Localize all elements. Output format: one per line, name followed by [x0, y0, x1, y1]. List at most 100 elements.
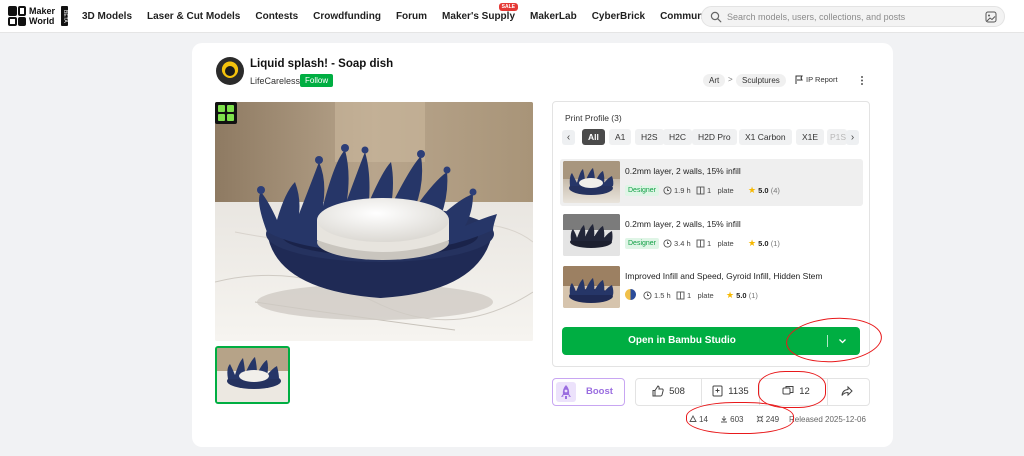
plate-icon	[676, 291, 685, 300]
top-navigation-bar: Maker World BETA 3D Models Laser & Cut M…	[0, 0, 1024, 33]
filament-color-icon	[625, 289, 636, 300]
filter-h2s[interactable]: H2S	[635, 129, 664, 145]
boost-label: Boost	[586, 386, 613, 397]
nav-crowdfunding[interactable]: Crowdfunding	[313, 11, 381, 22]
follow-button[interactable]: Follow	[300, 74, 334, 87]
soap-dish-render	[215, 102, 533, 341]
filter-a1[interactable]: A1	[609, 129, 632, 145]
open-in-bambu-studio-button[interactable]: Open in Bambu Studio	[562, 327, 860, 355]
profile-row[interactable]: 0.2mm layer, 2 walls, 15% infill Designe…	[560, 159, 863, 206]
bambu-verified-badge-icon	[215, 102, 237, 124]
filter-h2c[interactable]: H2C	[663, 129, 693, 145]
filter-x1e[interactable]: X1E	[796, 129, 825, 145]
ip-report-icon[interactable]	[795, 75, 804, 85]
model-stats: 14 603 249	[689, 415, 789, 424]
makerworld-logo-mark	[8, 6, 26, 26]
filter-h2d-pro[interactable]: H2D Pro	[692, 129, 737, 145]
chevron-down-icon[interactable]	[838, 337, 847, 345]
plate-icon	[696, 186, 705, 195]
profile-thumbnail	[563, 266, 620, 308]
nav-makers-supply[interactable]: Maker's Supply SALE	[442, 3, 519, 22]
clock-icon	[663, 239, 672, 248]
bookmark-icon	[712, 385, 723, 397]
profile-rating: ★ 5.0 (4)	[748, 185, 780, 196]
author-name[interactable]: LifeCareless	[250, 76, 300, 86]
nav-cyberbrick[interactable]: CyberBrick	[592, 11, 645, 22]
designer-badge: Designer	[625, 238, 660, 249]
breadcrumb-separator: >	[728, 75, 733, 84]
image-thumbnail[interactable]	[215, 346, 290, 404]
profile-row[interactable]: 0.2mm layer, 2 walls, 15% infill Designe…	[560, 212, 863, 259]
filter-all[interactable]: All	[582, 129, 605, 145]
logo-text-line2: World	[29, 16, 55, 26]
thumbs-up-icon	[652, 385, 664, 397]
downloads-stat: 603	[720, 415, 748, 424]
print-time-value: 1.5 h	[654, 291, 671, 300]
nav-laser-cut-models[interactable]: Laser & Cut Models	[147, 11, 240, 22]
more-options-icon[interactable]	[859, 74, 865, 87]
boost-button[interactable]: Boost	[552, 378, 625, 406]
model-main-image[interactable]	[215, 102, 533, 341]
print-time: 1.5 h	[643, 290, 671, 301]
star-icon: ★	[748, 238, 757, 248]
prints-stat: 14	[689, 415, 713, 424]
filter-next-arrow[interactable]: ›	[846, 130, 859, 145]
nav-forum[interactable]: Forum	[396, 11, 427, 22]
author-avatar[interactable]	[216, 57, 244, 85]
thumbnail-render	[217, 348, 288, 402]
search-input[interactable]	[727, 9, 977, 24]
print-time: 1.9 h	[663, 185, 691, 196]
filter-x1-carbon[interactable]: X1 Carbon	[739, 129, 792, 145]
beta-tag: BETA	[61, 6, 68, 26]
remixes-count: 249	[765, 415, 780, 424]
image-search-icon[interactable]	[985, 11, 997, 23]
model-title: Liquid splash! - Soap dish	[250, 58, 394, 70]
nav-makerlab[interactable]: MakerLab	[530, 11, 577, 22]
model-detail-card: Liquid splash! - Soap dish LifeCareless …	[192, 43, 893, 447]
rating-value: 5.0	[736, 291, 747, 300]
button-divider	[827, 335, 828, 347]
nav-3d-models[interactable]: 3D Models	[82, 11, 132, 22]
nav-contests[interactable]: Contests	[255, 11, 298, 22]
makerworld-logo-text: Maker World	[29, 6, 59, 26]
comment-icon	[782, 386, 794, 395]
clock-icon	[643, 291, 652, 300]
breadcrumb-sculptures[interactable]: Sculptures	[736, 74, 786, 87]
collect-button[interactable]: 1135	[702, 379, 759, 405]
profile-title: Improved Infill and Speed, Gyroid Infill…	[625, 271, 823, 281]
ip-report-link[interactable]: IP Report	[806, 75, 838, 84]
star-icon: ★	[726, 290, 735, 300]
share-icon	[841, 385, 853, 397]
plate-count-value: 1	[707, 186, 712, 195]
print-profile-title: Print Profile (3)	[565, 113, 622, 123]
print-time-value: 1.9 h	[674, 186, 691, 195]
comment-count: 12	[799, 386, 810, 397]
plate-label: plate	[717, 186, 734, 195]
like-button[interactable]: 508	[636, 379, 701, 405]
comment-button[interactable]: 12	[766, 379, 826, 405]
breadcrumb-art[interactable]: Art	[703, 74, 726, 87]
release-date: Released 2025-12-06	[789, 415, 866, 424]
print-icon	[689, 415, 697, 422]
share-button[interactable]	[828, 379, 870, 405]
plate-label: plate	[697, 291, 714, 300]
print-time-value: 3.4 h	[674, 239, 691, 248]
search-icon[interactable]	[710, 11, 722, 23]
filter-prev-arrow[interactable]: ‹	[562, 130, 575, 145]
logo-text-line1: Maker	[29, 6, 56, 16]
stat-separator	[759, 379, 760, 405]
profile-row[interactable]: Improved Infill and Speed, Gyroid Infill…	[560, 264, 863, 311]
downloads-count: 603	[730, 415, 744, 424]
makerworld-logo[interactable]: Maker World BETA	[8, 6, 68, 28]
main-nav: 3D Models Laser & Cut Models Contests Cr…	[82, 0, 730, 33]
nav-makers-supply-label: Maker's Supply	[442, 11, 516, 22]
sale-badge: SALE	[498, 3, 519, 11]
rating-count: (4)	[770, 186, 780, 195]
remixes-stat: 249	[756, 415, 784, 424]
collect-count: 1135	[728, 386, 749, 397]
open-in-bambu-studio-label: Open in Bambu Studio	[628, 335, 736, 346]
plate-count: 1 plate	[696, 238, 734, 249]
filter-p1s[interactable]: P1S	[827, 129, 847, 145]
designer-badge: Designer	[625, 185, 660, 196]
profile-rating: ★ 5.0 (1)	[748, 238, 780, 249]
